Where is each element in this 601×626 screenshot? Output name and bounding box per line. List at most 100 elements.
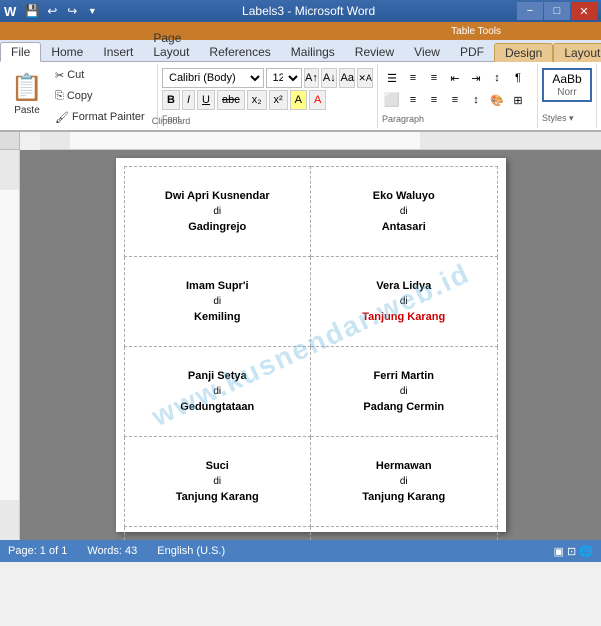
styles-group: AaBb Norr Styles ▾ [538, 64, 597, 128]
label-cell-4-0: Ali [124, 527, 311, 541]
numbering-button[interactable]: ≡ [403, 68, 423, 88]
status-bar: Page: 1 of 1 Words: 43 English (U.S.) ▣ … [0, 540, 601, 562]
bold-button[interactable]: B [162, 90, 180, 110]
tab-view[interactable]: View [404, 43, 450, 61]
label-name-0-0: Dwi Apri Kusnendar [130, 190, 306, 202]
label-di-0-1: di [316, 206, 492, 217]
normal-style[interactable]: AaBb Norr [542, 68, 592, 102]
label-name-3-0: Suci [130, 460, 306, 472]
paste-button[interactable]: 📋 Paste [8, 68, 46, 120]
font-size-select[interactable]: 12 [266, 68, 302, 88]
label-di-1-1: di [316, 296, 492, 307]
label-di-2-1: di [316, 386, 492, 397]
label-place-2-1: Padang Cermin [316, 401, 492, 413]
words-status: Words: 43 [87, 545, 137, 557]
undo-icon[interactable]: ↩ [44, 3, 60, 19]
shading-button[interactable]: 🎨 [487, 90, 507, 110]
tab-mailings[interactable]: Mailings [281, 43, 345, 61]
minimize-button[interactable]: − [517, 2, 543, 20]
label-di-0-0: di [130, 206, 306, 217]
font-shrink-button[interactable]: A↓ [321, 68, 337, 88]
label-name-1-0: Imam Supr'i [130, 280, 306, 292]
web-layout-icon[interactable]: 🌐 [579, 546, 593, 558]
style-name: AaBb [552, 72, 581, 86]
decrease-indent-button[interactable]: ⇤ [445, 68, 465, 88]
view-controls: ▣ ⊡ 🌐 [554, 545, 593, 558]
word-icon: W [4, 4, 16, 19]
window-title: Labels3 - Microsoft Word [100, 4, 517, 18]
show-formatting-button[interactable]: ¶ [508, 68, 528, 88]
clear-format-button[interactable]: ✕A [357, 68, 373, 88]
label-name-2-0: Panji Setya [130, 370, 306, 382]
increase-indent-button[interactable]: ⇥ [466, 68, 486, 88]
page-status: Page: 1 of 1 [8, 545, 67, 557]
font-name-select[interactable]: Calibri (Body) [162, 68, 264, 88]
font-group: Calibri (Body) 12 A↑ A↓ Aa ✕A B I U abc … [158, 64, 378, 128]
label-cell-0-1: Eko WaluyodiAntasari [311, 167, 498, 257]
change-case-button[interactable]: Aa [339, 68, 355, 88]
full-screen-icon[interactable]: ⊡ [567, 546, 576, 558]
tab-page-layout[interactable]: Page Layout [143, 29, 199, 61]
subscript-button[interactable]: x₂ [247, 90, 267, 110]
tab-references[interactable]: References [199, 43, 280, 61]
label-place-1-0: Kemiling [130, 311, 306, 323]
format-painter-icon: 🖌 [55, 111, 69, 124]
tab-review[interactable]: Review [345, 43, 404, 61]
quick-access-dropdown-icon[interactable]: ▼ [84, 3, 100, 19]
align-right-button[interactable]: ≡ [424, 90, 444, 110]
align-left-button[interactable]: ⬜ [382, 90, 402, 110]
cut-icon: ✂ [55, 69, 64, 82]
label-cell-0-0: Dwi Apri KusnendardiGadingrejo [124, 167, 311, 257]
font-grow-button[interactable]: A↑ [304, 68, 320, 88]
tab-layout[interactable]: Layout [553, 43, 601, 62]
label-cell-1-1: Vera Lidya di Tanjung Karang [311, 257, 498, 347]
multilevel-list-button[interactable]: ≡ [424, 68, 444, 88]
align-center-button[interactable]: ≡ [403, 90, 423, 110]
highlight-button[interactable]: A [290, 90, 307, 110]
label-name-2-1: Ferri Martin [316, 370, 492, 382]
tab-file[interactable]: File [0, 42, 41, 62]
print-layout-icon[interactable]: ▣ [554, 546, 564, 558]
save-icon[interactable]: 💾 [24, 3, 40, 19]
ruler-corner [0, 132, 20, 150]
main-area: www.kusnendar.web.id Dwi Apri Kusnendard… [0, 150, 601, 540]
label-cell-2-1: Ferri Martin di Padang Cermin [311, 347, 498, 437]
format-painter-button[interactable]: 🖌 Format Painter [50, 108, 150, 127]
ruler-svg [40, 132, 601, 150]
label-di-1-0: di [130, 296, 306, 307]
document-page: www.kusnendar.web.id Dwi Apri Kusnendard… [116, 158, 506, 532]
maximize-button[interactable]: □ [544, 2, 570, 20]
font-color-button[interactable]: A [309, 90, 326, 110]
ribbon-tabs: File Home Insert Page Layout References … [0, 40, 601, 62]
paragraph-label: Paragraph [382, 112, 533, 124]
underline-button[interactable]: U [197, 90, 215, 110]
label-place-2-0: Gedungtataan [130, 401, 306, 413]
strikethrough-button[interactable]: abc [217, 90, 245, 110]
label-place-1-1: Tanjung Karang [316, 311, 492, 323]
sort-button[interactable]: ↕ [487, 68, 507, 88]
close-button[interactable]: ✕ [571, 2, 597, 20]
label-name-1-1: Vera Lidya [316, 280, 492, 292]
quick-access-toolbar: W 💾 ↩ ↪ ▼ [4, 3, 100, 19]
borders-button[interactable]: ⊞ [508, 90, 528, 110]
italic-button[interactable]: I [182, 90, 195, 110]
superscript-button[interactable]: x² [269, 90, 288, 110]
label-cell-3-0: SucidiTanjung Karang [124, 437, 311, 527]
title-bar: W 💾 ↩ ↪ ▼ Labels3 - Microsoft Word − □ ✕ [0, 0, 601, 22]
cut-button[interactable]: ✂ Cut [50, 66, 150, 85]
label-di-2-0: di [130, 386, 306, 397]
tab-home[interactable]: Home [41, 43, 93, 61]
styles-label: Styles ▾ [542, 111, 592, 124]
label-di-3-1: di [316, 476, 492, 487]
copy-button[interactable]: ⎘ Copy [50, 87, 150, 106]
copy-icon: ⎘ [55, 90, 64, 103]
redo-icon[interactable]: ↪ [64, 3, 80, 19]
paste-icon: 📋 [11, 72, 43, 103]
justify-button[interactable]: ≡ [445, 90, 465, 110]
table-tools-header: Table Tools [0, 22, 601, 40]
tab-design[interactable]: Design [494, 43, 553, 62]
line-spacing-button[interactable]: ↕ [466, 90, 486, 110]
tab-pdf[interactable]: PDF [450, 43, 494, 61]
tab-insert[interactable]: Insert [93, 43, 143, 61]
bullets-button[interactable]: ☰ [382, 68, 402, 88]
